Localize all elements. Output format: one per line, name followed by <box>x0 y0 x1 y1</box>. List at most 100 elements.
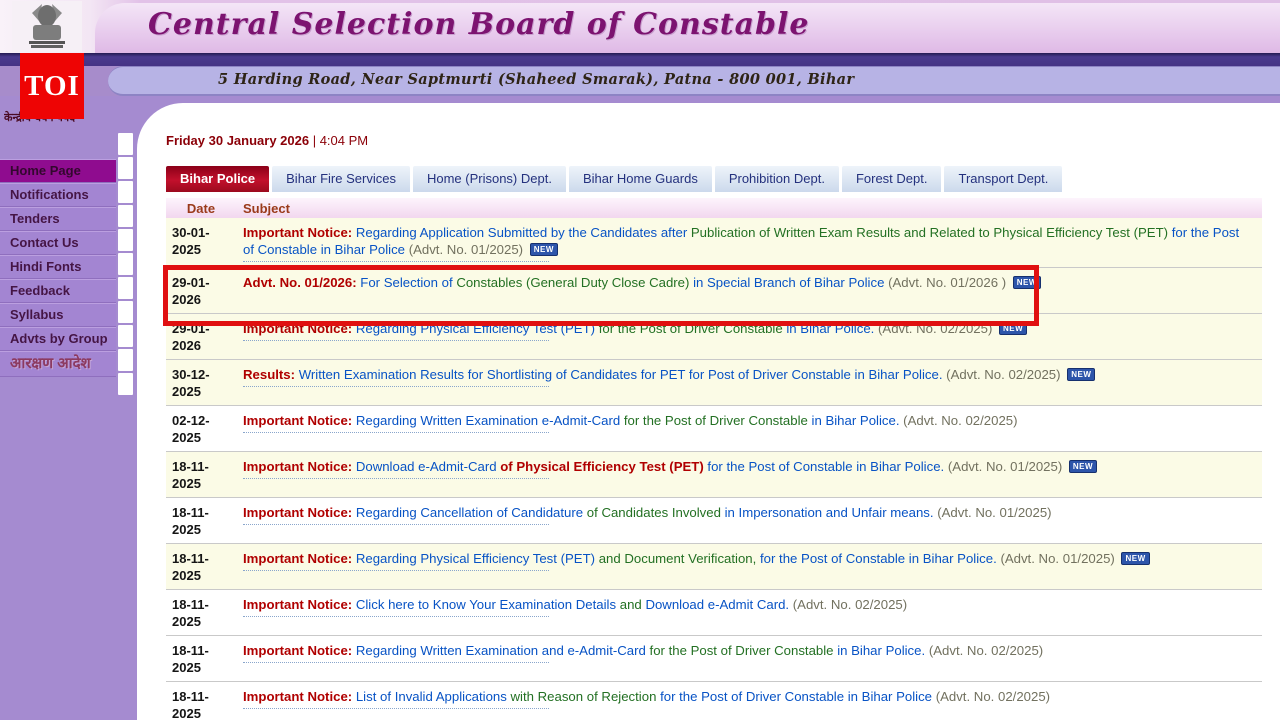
notice-text-segment: (Advt. No. 02/2025) <box>929 643 1043 658</box>
sidebar-item-notifications[interactable]: Notifications <box>0 183 116 207</box>
sidebar-item-feedback[interactable]: Feedback <box>0 279 116 303</box>
notice-row: 30-01-2025Important Notice: Regarding Ap… <box>166 218 1262 268</box>
sidebar-item-syllabus[interactable]: Syllabus <box>0 303 116 327</box>
notices-table-header: Date Subject <box>166 198 1262 218</box>
notice-text-segment: Important Notice: <box>243 643 352 658</box>
tab-prohibition-dept[interactable]: Prohibition Dept. <box>715 166 839 192</box>
board-address: 5 Harding Road, Near Saptmurti (Shaheed … <box>218 71 854 88</box>
notice-date: 18-11-2025 <box>166 504 236 538</box>
sidebar-tick-strip <box>118 133 133 397</box>
notice-date: 02-12-2025 <box>166 412 236 446</box>
notice-text-segment: Advt. No. 01/2026: <box>243 275 357 290</box>
dotted-underline <box>243 475 549 479</box>
tab-bihar-police[interactable]: Bihar Police <box>166 166 269 192</box>
notice-link[interactable]: Important Notice: Regarding Written Exam… <box>236 412 1262 446</box>
notice-text-segment: Important Notice: <box>243 551 352 566</box>
notice-text-segment: of Candidates Involved <box>587 505 721 520</box>
notices-list: 30-01-2025Important Notice: Regarding Ap… <box>166 218 1262 720</box>
sidebar-tick <box>118 325 133 347</box>
notice-text-segment: (Advt. No. 02/2025) <box>878 321 992 336</box>
dotted-underline <box>243 567 549 571</box>
dotted-underline <box>243 659 549 663</box>
notice-link[interactable]: Advt. No. 01/2026: For Selection of Cons… <box>236 274 1262 308</box>
notice-text-segment: and Document Verification, <box>599 551 757 566</box>
notice-text-segment: for the Post of Driver Constable in Biha… <box>660 689 932 704</box>
department-tabs: Bihar PoliceBihar Fire ServicesHome (Pri… <box>166 166 1262 192</box>
sidebar-tick <box>118 229 133 251</box>
notice-text-segment: For Selection of <box>360 275 452 290</box>
notice-text-segment: in Bihar Police. <box>837 643 925 658</box>
notice-link[interactable]: Important Notice: Regarding Physical Eff… <box>236 320 1262 354</box>
notice-text-segment: in Bihar Police. <box>812 413 900 428</box>
notice-link[interactable]: Important Notice: Regarding Physical Eff… <box>236 550 1262 584</box>
notice-row: 18-11-2025Important Notice: Click here t… <box>166 590 1262 636</box>
notice-text-segment: Regarding Cancellation of Candidature <box>356 505 583 520</box>
tab-bihar-fire-services[interactable]: Bihar Fire Services <box>272 166 410 192</box>
new-badge: NEW <box>1013 276 1041 289</box>
datetime-line: Friday 30 January 2026 | 4:04 PM <box>166 133 1262 149</box>
notice-text-segment: Important Notice: <box>243 321 352 336</box>
notice-text-segment: Important Notice: <box>243 597 352 612</box>
notice-text-segment: for the Post of Driver Constable <box>624 413 808 428</box>
notice-text-segment: (Advt. No. 02/2025) <box>946 367 1060 382</box>
notice-text-segment: Results: <box>243 367 295 382</box>
notice-row: 18-11-2025Important Notice: Download e-A… <box>166 452 1262 498</box>
csbc-homepage: Central Selection Board of Constable 5 H… <box>0 0 1280 720</box>
notice-text-segment: Regarding Application Submitted by the C… <box>356 225 687 240</box>
notice-text-segment: Important Notice: <box>243 459 352 474</box>
sidebar-tick <box>118 205 133 227</box>
notice-text-segment: Important Notice: <box>243 413 352 428</box>
tab-forest-dept[interactable]: Forest Dept. <box>842 166 942 192</box>
current-time: 4:04 PM <box>320 133 368 148</box>
notice-text-segment: Important Notice: <box>243 225 352 240</box>
notice-date: 18-11-2025 <box>166 642 236 676</box>
notice-link[interactable]: Important Notice: Regarding Cancellation… <box>236 504 1262 538</box>
notice-link[interactable]: Important Notice: Regarding Written Exam… <box>236 642 1262 676</box>
notice-link[interactable]: Important Notice: Click here to Know You… <box>236 596 1262 630</box>
notice-text-segment: Click here to Know Your Examination Deta… <box>356 597 616 612</box>
new-badge: NEW <box>999 322 1027 335</box>
notice-row: 29-01-2026Advt. No. 01/2026: For Selecti… <box>166 268 1262 314</box>
notice-row: 18-11-2025Important Notice: Regarding Wr… <box>166 636 1262 682</box>
sidebar-item-home-page[interactable]: Home Page <box>0 159 116 183</box>
dotted-underline <box>243 613 549 617</box>
notice-text-segment: Regarding Physical Efficiency Test (PET) <box>356 321 595 336</box>
notice-text-segment: in Bihar Police. <box>786 321 874 336</box>
sidebar-item-advts-by-group[interactable]: Advts by Group <box>0 327 116 351</box>
notice-text-segment: Publication of Written Exam Results and … <box>691 225 1168 240</box>
sidebar-tick <box>118 133 133 155</box>
dotted-underline <box>243 258 549 262</box>
notice-date: 30-12-2025 <box>166 366 236 400</box>
notice-date: 18-11-2025 <box>166 458 236 492</box>
new-badge: NEW <box>530 243 558 256</box>
address-band: 5 Harding Road, Near Saptmurti (Shaheed … <box>0 66 1280 96</box>
notice-link[interactable]: Important Notice: Download e-Admit-Card … <box>236 458 1262 492</box>
sidebar-tick <box>118 301 133 323</box>
notice-text-segment: (Advt. No. 02/2025) <box>903 413 1017 428</box>
notice-link[interactable]: Important Notice: List of Invalid Applic… <box>236 688 1262 720</box>
tab-bihar-home-guards[interactable]: Bihar Home Guards <box>569 166 712 192</box>
notice-text-segment: Download e-Admit-Card <box>356 459 497 474</box>
notice-row: 02-12-2025Important Notice: Regarding Wr… <box>166 406 1262 452</box>
notice-text-segment: Regarding Physical Efficiency Test (PET) <box>356 551 595 566</box>
page-body: Home PageNotificationsTendersContact UsH… <box>0 96 1280 720</box>
tab-transport-dept[interactable]: Transport Dept. <box>944 166 1062 192</box>
sidebar-item-tenders[interactable]: Tenders <box>0 207 116 231</box>
toi-logo: TOI <box>20 53 84 119</box>
notice-text-segment: in Impersonation and Unfair means. <box>725 505 934 520</box>
notice-text-segment: List of Invalid Applications <box>356 689 507 704</box>
content-layer: Friday 30 January 2026 | 4:04 PM Bihar P… <box>137 103 1280 720</box>
sidebar-item-hindi-fonts[interactable]: Hindi Fonts <box>0 255 116 279</box>
notice-row: 30-12-2025Results: Written Examination R… <box>166 360 1262 406</box>
sidebar-item-contact-us[interactable]: Contact Us <box>0 231 116 255</box>
datetime-separator: | <box>309 133 320 148</box>
notice-date: 29-01-2026 <box>166 320 236 354</box>
notice-text-segment: of Physical Efficiency Test (PET) <box>500 459 704 474</box>
notice-row: 18-11-2025Important Notice: Regarding Ca… <box>166 498 1262 544</box>
sidebar-item-item[interactable]: आरक्षण आदेश <box>0 351 116 377</box>
dotted-underline <box>243 429 549 433</box>
notice-link[interactable]: Results: Written Examination Results for… <box>236 366 1262 400</box>
tab-home-prisons-dept[interactable]: Home (Prisons) Dept. <box>413 166 566 192</box>
notice-text-segment: Constables (General Duty Close Cadre) <box>456 275 689 290</box>
notice-link[interactable]: Important Notice: Regarding Application … <box>236 224 1262 262</box>
